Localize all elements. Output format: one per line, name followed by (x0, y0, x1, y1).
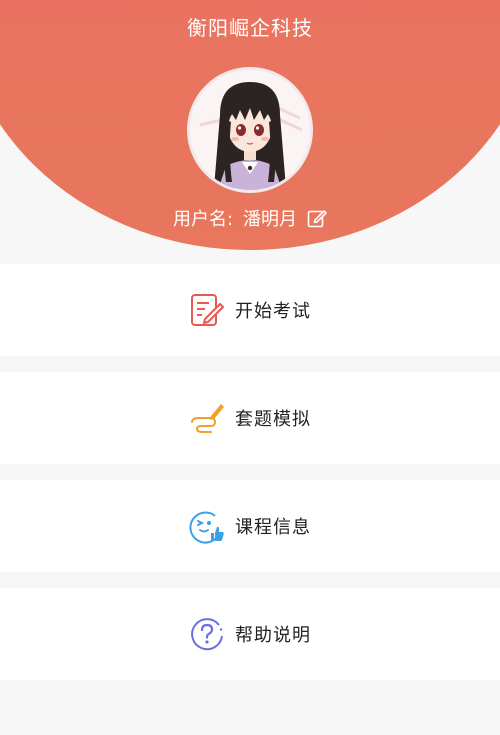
username-row: 用户名: 潘明月 (0, 205, 500, 231)
menu-item-mock-test[interactable]: 套题模拟 (0, 372, 500, 464)
edit-icon[interactable] (307, 208, 327, 228)
username-label: 用户名: (172, 209, 234, 230)
pen-signature-icon (189, 400, 225, 436)
home-screen: 衡阳崛企科技 用户名: 潘明月 开始考试 套题模拟 课程信息 帮助说明 (0, 0, 500, 735)
avatar-illustration (190, 70, 310, 190)
menu-item-label: 套题模拟 (235, 409, 311, 430)
exam-edit-icon (189, 292, 225, 328)
menu-item-label: 课程信息 (235, 517, 311, 538)
menu-item-label: 帮助说明 (235, 625, 311, 646)
username-value: 潘明月 (243, 209, 298, 230)
menu-item-label: 开始考试 (235, 301, 311, 322)
menu-item-start-exam[interactable]: 开始考试 (0, 264, 500, 356)
app-title: 衡阳崛企科技 (187, 16, 313, 40)
help-question-icon (189, 616, 225, 652)
thumbs-up-face-icon (189, 508, 225, 544)
avatar[interactable] (187, 67, 313, 193)
menu-item-help[interactable]: 帮助说明 (0, 588, 500, 680)
menu-item-course-info[interactable]: 课程信息 (0, 480, 500, 572)
